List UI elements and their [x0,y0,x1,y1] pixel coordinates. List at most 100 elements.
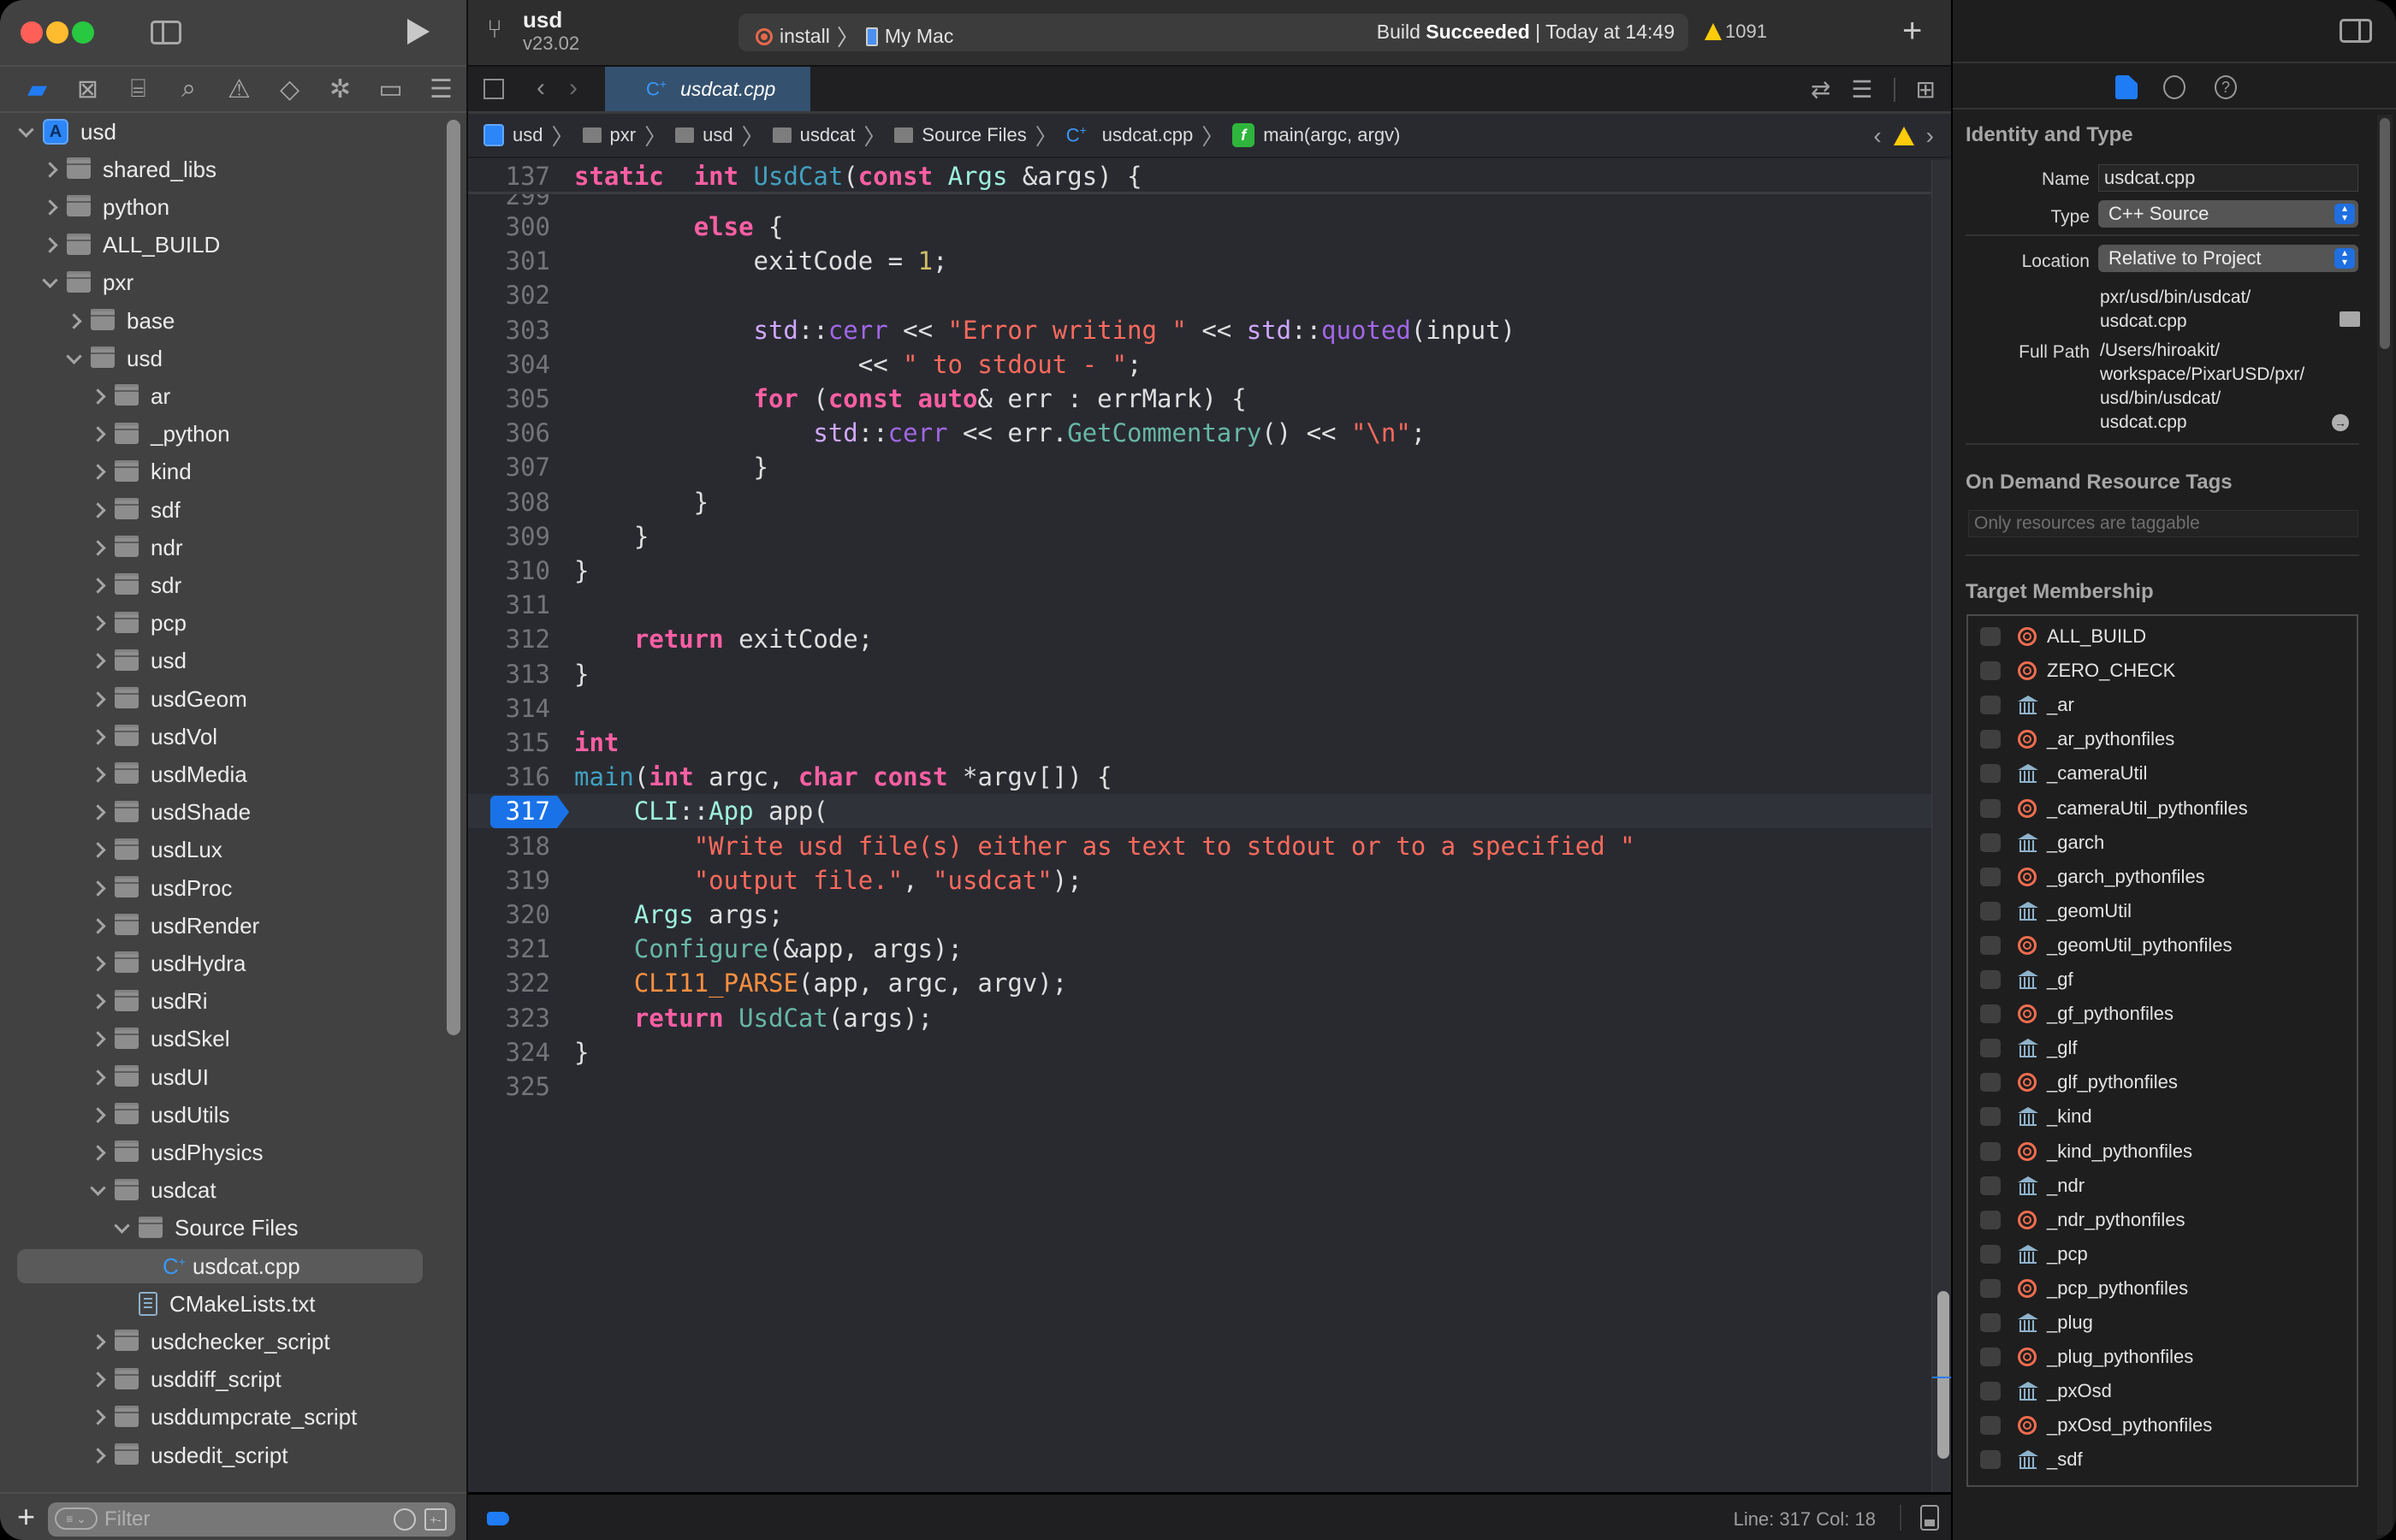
membership-checkbox[interactable] [1980,764,2001,784]
odr-tags-field[interactable]: Only resources are taggable [1968,510,2358,537]
line-number[interactable]: 318 [468,832,550,861]
tree-item[interactable]: ar [17,379,419,413]
tree-item[interactable]: usdUtils [17,1098,419,1132]
run-destination[interactable]: My Mac [885,25,954,48]
navigator-scrollbar[interactable] [447,120,460,1035]
folder-reveal-icon[interactable] [2340,311,2360,327]
membership-checkbox[interactable] [1980,1141,2001,1161]
issue-navigator-icon[interactable]: ⚠ [214,68,264,110]
membership-checkbox[interactable] [1980,1004,2001,1024]
membership-checkbox[interactable] [1980,1107,2001,1127]
chevron-right-icon[interactable] [89,1333,106,1350]
code-line[interactable]: 308 } [468,485,1931,519]
target-membership-item[interactable]: _sdf_pythonfiles [1968,1478,2357,1485]
membership-checkbox[interactable] [1980,1176,2001,1195]
chevron-right-icon[interactable] [89,388,106,405]
code-line[interactable]: 319 "output file.", "usdcat"); [468,863,1931,897]
membership-checkbox[interactable] [1980,1450,2001,1470]
membership-checkbox[interactable] [1980,867,2001,886]
tree-item[interactable]: usdVol [17,720,419,754]
membership-checkbox[interactable] [1980,696,2001,715]
chevron-right-icon[interactable] [89,1409,106,1426]
code-line[interactable]: 317 CLI::App app( [468,794,1931,829]
target-membership-item[interactable]: _cameraUtil_pythonfiles [1968,791,2357,826]
previous-issue-icon[interactable]: ‹ [1873,122,1881,150]
scheme-selector[interactable]: install 〉 My Mac [756,21,953,52]
line-number[interactable]: 137 [468,162,550,191]
line-number[interactable]: 306 [468,418,550,447]
navigator-toggle-icon[interactable] [151,21,181,44]
tree-item[interactable]: C+ usdcat.cpp [17,1249,423,1283]
code-line[interactable]: 321 Configure(&app, args); [468,932,1931,966]
breadcrumb-item[interactable]: usdcat [772,124,855,146]
chevron-right-icon[interactable] [89,804,106,821]
reveal-in-finder-arrow-icon[interactable]: → [2332,414,2349,431]
tree-item[interactable]: usd [17,644,419,678]
run-button[interactable] [407,19,430,44]
target-membership-item[interactable]: _cameraUtil [1968,756,2357,791]
tree-item[interactable]: usd [17,341,419,376]
tree-item[interactable]: usdPhysics [17,1135,419,1170]
scheme-name[interactable]: install [780,25,830,48]
chevron-right-icon[interactable] [41,198,58,216]
line-number[interactable]: 317 [468,797,550,826]
membership-checkbox[interactable] [1980,832,2001,852]
tree-item[interactable]: base [17,304,419,338]
line-number[interactable]: 309 [468,522,550,551]
chevron-down-icon[interactable] [41,275,58,292]
line-number[interactable]: 313 [468,660,550,689]
chevron-right-icon[interactable] [89,1144,106,1161]
code-line[interactable]: 313} [468,657,1931,691]
code-line[interactable]: 322 CLI11_PARSE(app, argc, argv); [468,966,1931,1000]
membership-checkbox[interactable] [1980,901,2001,921]
type-select[interactable]: C++ Source ▴ ▾ [2098,200,2358,228]
forward-arrow-icon[interactable]: › [569,74,578,103]
tree-item[interactable]: usdSkel [17,1022,419,1057]
debug-area-toggle-icon[interactable] [1920,1505,1939,1531]
file-inspector-icon[interactable] [2115,75,2138,99]
target-membership-item[interactable]: _pxOsd_pythonfiles [1968,1408,2357,1442]
chevron-down-icon[interactable] [89,1182,106,1199]
target-membership-item[interactable]: _garch [1968,826,2357,860]
code-line[interactable]: 325 [468,1069,1931,1104]
chevron-right-icon[interactable] [89,1371,106,1389]
tree-item[interactable]: python [17,190,419,224]
chevron-right-icon[interactable] [89,993,106,1010]
line-number[interactable]: 319 [468,866,550,895]
tree-item[interactable]: usdedit_script [17,1438,419,1472]
line-number[interactable]: 322 [468,968,550,998]
code-line[interactable]: 305 for (const auto& err : errMark) { [468,382,1931,416]
chevron-right-icon[interactable] [65,312,82,329]
quick-help-icon[interactable]: ? [2215,75,2237,99]
line-number[interactable]: 308 [468,488,550,517]
related-items-icon[interactable] [483,79,504,99]
tree-item[interactable]: usdGeom [17,682,419,716]
line-number[interactable]: 305 [468,384,550,413]
code-line[interactable]: 304 << " to stdout - "; [468,347,1931,382]
target-membership-item[interactable]: ZERO_CHECK [1968,654,2357,688]
tree-item[interactable]: usdShade [17,796,419,830]
target-membership-item[interactable]: _plug_pythonfiles [1968,1340,2357,1374]
code-line[interactable]: 316 main(int argc, char const *argv[]) { [468,760,1931,794]
chevron-right-icon[interactable] [89,1447,106,1464]
chevron-down-icon[interactable] [113,1220,130,1237]
code-line[interactable]: 300 else { [468,210,1931,244]
chevron-right-icon[interactable] [89,577,106,594]
editor-options-icon[interactable]: ☰ [1851,75,1872,104]
minimize-window-button[interactable] [46,21,68,44]
chevron-right-icon[interactable] [89,464,106,481]
tree-item[interactable]: _python [17,418,419,452]
editor-scroll-thumb[interactable] [1937,1291,1949,1459]
code-line[interactable]: 303 std::cerr << "Error writing " << std… [468,313,1931,347]
line-number[interactable]: 316 [468,762,550,791]
breadcrumb-item[interactable]: usd [483,124,543,146]
test-navigator-icon[interactable]: ◇ [264,68,315,110]
chevron-right-icon[interactable] [89,1106,106,1123]
tree-item[interactable]: ndr [17,530,419,565]
location-select[interactable]: Relative to Project ▴ ▾ [2098,245,2358,272]
tree-item[interactable]: usdRender [17,909,419,943]
code-line[interactable]: 318 "Write usd file(s) either as text to… [468,829,1931,863]
code-line[interactable]: 310} [468,554,1931,588]
zoom-window-button[interactable] [72,21,94,44]
recent-files-filter-icon[interactable] [394,1508,416,1531]
